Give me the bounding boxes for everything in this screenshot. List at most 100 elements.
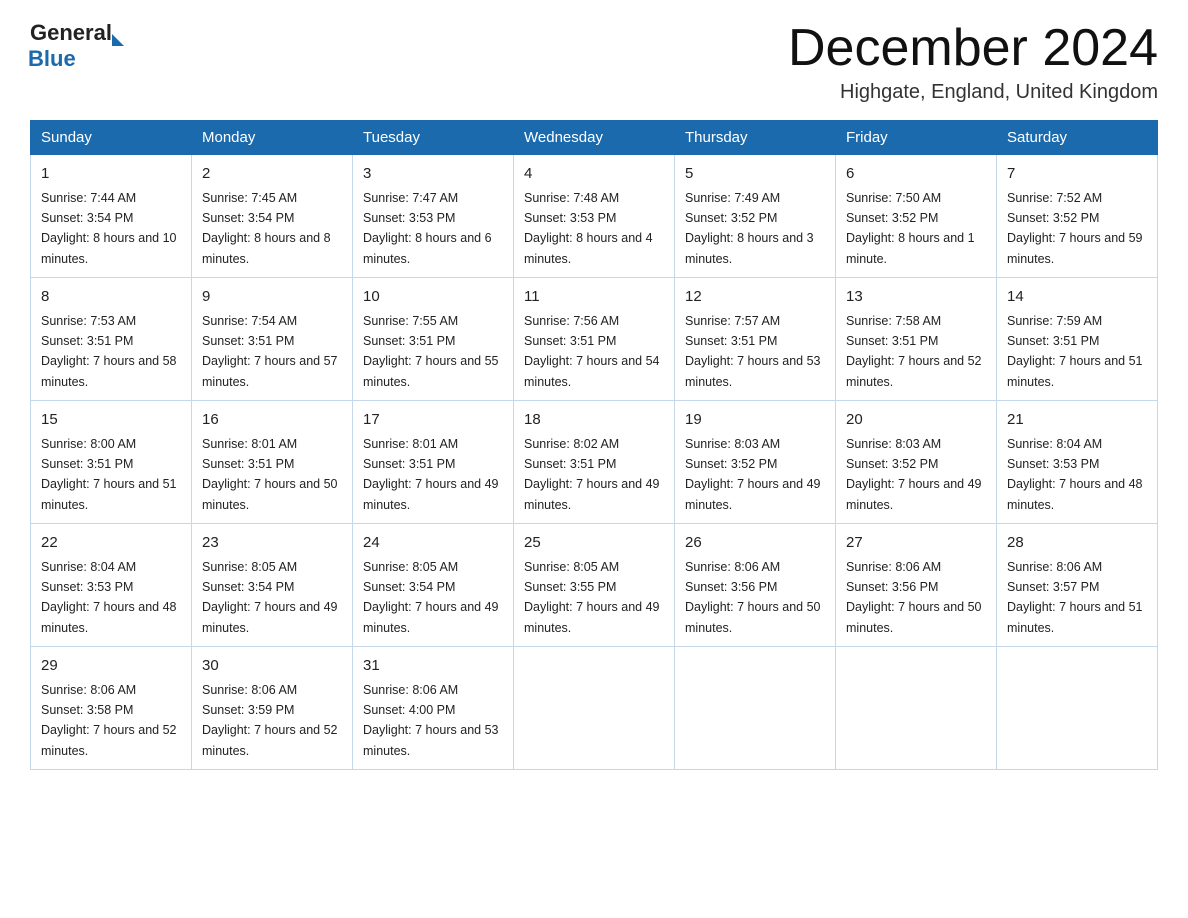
day-number: 8 — [41, 286, 181, 309]
day-info: Sunrise: 7:50 AMSunset: 3:52 PMDaylight:… — [846, 191, 975, 266]
calendar-cell: 21Sunrise: 8:04 AMSunset: 3:53 PMDayligh… — [997, 401, 1158, 524]
day-number: 13 — [846, 286, 986, 309]
calendar-body: 1 Sunrise: 7:44 AMSunset: 3:54 PMDaylight… — [31, 155, 1158, 770]
day-info: Sunrise: 8:02 AMSunset: 3:51 PMDaylight:… — [524, 437, 660, 512]
title-block: December 2024 Highgate, England, United … — [788, 20, 1158, 104]
calendar-week-4: 22 Sunrise: 8:04 AMSunset: 3:53 PMDayligh… — [31, 524, 1158, 647]
day-info: Sunrise: 7:45 AMSunset: 3:54 PMDaylight:… — [202, 191, 331, 266]
day-number: 22 — [41, 532, 181, 555]
calendar-week-2: 8 Sunrise: 7:53 AMSunset: 3:51 PMDaylight… — [31, 278, 1158, 401]
day-info: Sunrise: 8:01 AMSunset: 3:51 PMDaylight:… — [363, 437, 499, 512]
calendar-cell: 23 Sunrise: 8:05 AMSunset: 3:54 PMDayligh… — [192, 524, 353, 647]
day-info: Sunrise: 8:00 AMSunset: 3:51 PMDaylight:… — [41, 437, 177, 512]
weekday-header-tuesday: Tuesday — [353, 121, 514, 155]
calendar-cell: 22 Sunrise: 8:04 AMSunset: 3:53 PMDayligh… — [31, 524, 192, 647]
day-info: Sunrise: 7:47 AMSunset: 3:53 PMDaylight:… — [363, 191, 492, 266]
day-info: Sunrise: 8:04 AMSunset: 3:53 PMDaylight:… — [1007, 437, 1143, 512]
calendar-cell: 5 Sunrise: 7:49 AMSunset: 3:52 PMDaylight… — [675, 155, 836, 278]
day-info: Sunrise: 8:06 AMSunset: 3:59 PMDaylight:… — [202, 683, 338, 758]
calendar-header: SundayMondayTuesdayWednesdayThursdayFrid… — [31, 121, 1158, 155]
day-number: 12 — [685, 286, 825, 309]
day-info: Sunrise: 7:54 AMSunset: 3:51 PMDaylight:… — [202, 314, 338, 389]
calendar-cell: 12 Sunrise: 7:57 AMSunset: 3:51 PMDayligh… — [675, 278, 836, 401]
day-number: 25 — [524, 532, 664, 555]
calendar-week-1: 1 Sunrise: 7:44 AMSunset: 3:54 PMDaylight… — [31, 155, 1158, 278]
day-number: 5 — [685, 163, 825, 186]
day-info: Sunrise: 7:52 AMSunset: 3:52 PMDaylight:… — [1007, 191, 1143, 266]
calendar-table: SundayMondayTuesdayWednesdayThursdayFrid… — [30, 120, 1158, 770]
day-number: 7 — [1007, 163, 1147, 186]
calendar-cell: 31Sunrise: 8:06 AMSunset: 4:00 PMDayligh… — [353, 647, 514, 770]
calendar-cell: 2 Sunrise: 7:45 AMSunset: 3:54 PMDaylight… — [192, 155, 353, 278]
page-header: General Blue December 2024 Highgate, Eng… — [30, 20, 1158, 104]
calendar-cell — [675, 647, 836, 770]
day-info: Sunrise: 7:56 AMSunset: 3:51 PMDaylight:… — [524, 314, 660, 389]
day-number: 17 — [363, 409, 503, 432]
day-info: Sunrise: 8:05 AMSunset: 3:54 PMDaylight:… — [202, 560, 338, 635]
day-number: 20 — [846, 409, 986, 432]
calendar-cell: 3 Sunrise: 7:47 AMSunset: 3:53 PMDaylight… — [353, 155, 514, 278]
calendar-cell: 16Sunrise: 8:01 AMSunset: 3:51 PMDayligh… — [192, 401, 353, 524]
calendar-cell: 14Sunrise: 7:59 AMSunset: 3:51 PMDayligh… — [997, 278, 1158, 401]
weekday-header-sunday: Sunday — [31, 121, 192, 155]
day-info: Sunrise: 8:03 AMSunset: 3:52 PMDaylight:… — [685, 437, 821, 512]
day-info: Sunrise: 8:05 AMSunset: 3:55 PMDaylight:… — [524, 560, 660, 635]
day-number: 23 — [202, 532, 342, 555]
day-number: 27 — [846, 532, 986, 555]
weekday-header-friday: Friday — [836, 121, 997, 155]
day-number: 31 — [363, 655, 503, 678]
logo-blue-text: Blue — [28, 46, 124, 72]
day-info: Sunrise: 7:58 AMSunset: 3:51 PMDaylight:… — [846, 314, 982, 389]
calendar-cell: 30Sunrise: 8:06 AMSunset: 3:59 PMDayligh… — [192, 647, 353, 770]
calendar-cell: 1 Sunrise: 7:44 AMSunset: 3:54 PMDaylight… — [31, 155, 192, 278]
day-number: 1 — [41, 163, 181, 186]
day-info: Sunrise: 7:44 AMSunset: 3:54 PMDaylight:… — [41, 191, 177, 266]
day-number: 11 — [524, 286, 664, 309]
calendar-cell — [514, 647, 675, 770]
weekday-header-thursday: Thursday — [675, 121, 836, 155]
calendar-cell: 19Sunrise: 8:03 AMSunset: 3:52 PMDayligh… — [675, 401, 836, 524]
calendar-cell: 9Sunrise: 7:54 AMSunset: 3:51 PMDaylight… — [192, 278, 353, 401]
calendar-cell: 18 Sunrise: 8:02 AMSunset: 3:51 PMDayligh… — [514, 401, 675, 524]
weekday-header-saturday: Saturday — [997, 121, 1158, 155]
weekday-header-monday: Monday — [192, 121, 353, 155]
calendar-week-5: 29Sunrise: 8:06 AMSunset: 3:58 PMDayligh… — [31, 647, 1158, 770]
calendar-cell: 28Sunrise: 8:06 AMSunset: 3:57 PMDayligh… — [997, 524, 1158, 647]
calendar-cell: 24 Sunrise: 8:05 AMSunset: 3:54 PMDayligh… — [353, 524, 514, 647]
day-info: Sunrise: 8:04 AMSunset: 3:53 PMDaylight:… — [41, 560, 177, 635]
calendar-cell: 10Sunrise: 7:55 AMSunset: 3:51 PMDayligh… — [353, 278, 514, 401]
calendar-week-3: 15 Sunrise: 8:00 AMSunset: 3:51 PMDayligh… — [31, 401, 1158, 524]
logo: General Blue — [30, 20, 124, 72]
day-number: 4 — [524, 163, 664, 186]
calendar-cell — [997, 647, 1158, 770]
weekday-header-wednesday: Wednesday — [514, 121, 675, 155]
day-number: 15 — [41, 409, 181, 432]
logo-general-text: General — [30, 20, 112, 46]
day-info: Sunrise: 7:53 AMSunset: 3:51 PMDaylight:… — [41, 314, 177, 389]
calendar-cell: 20 Sunrise: 8:03 AMSunset: 3:52 PMDayligh… — [836, 401, 997, 524]
calendar-cell: 8 Sunrise: 7:53 AMSunset: 3:51 PMDaylight… — [31, 278, 192, 401]
calendar-cell: 4Sunrise: 7:48 AMSunset: 3:53 PMDaylight… — [514, 155, 675, 278]
day-number: 24 — [363, 532, 503, 555]
day-number: 2 — [202, 163, 342, 186]
day-info: Sunrise: 8:03 AMSunset: 3:52 PMDaylight:… — [846, 437, 982, 512]
day-number: 14 — [1007, 286, 1147, 309]
day-number: 6 — [846, 163, 986, 186]
logo-arrow-icon — [112, 34, 124, 46]
calendar-cell: 7 Sunrise: 7:52 AMSunset: 3:52 PMDaylight… — [997, 155, 1158, 278]
day-number: 18 — [524, 409, 664, 432]
location-text: Highgate, England, United Kingdom — [788, 81, 1158, 104]
calendar-cell: 26Sunrise: 8:06 AMSunset: 3:56 PMDayligh… — [675, 524, 836, 647]
calendar-cell: 11 Sunrise: 7:56 AMSunset: 3:51 PMDayligh… — [514, 278, 675, 401]
day-number: 28 — [1007, 532, 1147, 555]
day-info: Sunrise: 8:05 AMSunset: 3:54 PMDaylight:… — [363, 560, 499, 635]
calendar-cell: 27Sunrise: 8:06 AMSunset: 3:56 PMDayligh… — [836, 524, 997, 647]
day-info: Sunrise: 8:01 AMSunset: 3:51 PMDaylight:… — [202, 437, 338, 512]
day-info: Sunrise: 7:57 AMSunset: 3:51 PMDaylight:… — [685, 314, 821, 389]
day-info: Sunrise: 8:06 AMSunset: 3:56 PMDaylight:… — [685, 560, 821, 635]
calendar-cell: 29Sunrise: 8:06 AMSunset: 3:58 PMDayligh… — [31, 647, 192, 770]
calendar-cell: 17 Sunrise: 8:01 AMSunset: 3:51 PMDayligh… — [353, 401, 514, 524]
day-number: 3 — [363, 163, 503, 186]
day-info: Sunrise: 8:06 AMSunset: 3:58 PMDaylight:… — [41, 683, 177, 758]
day-info: Sunrise: 7:49 AMSunset: 3:52 PMDaylight:… — [685, 191, 814, 266]
